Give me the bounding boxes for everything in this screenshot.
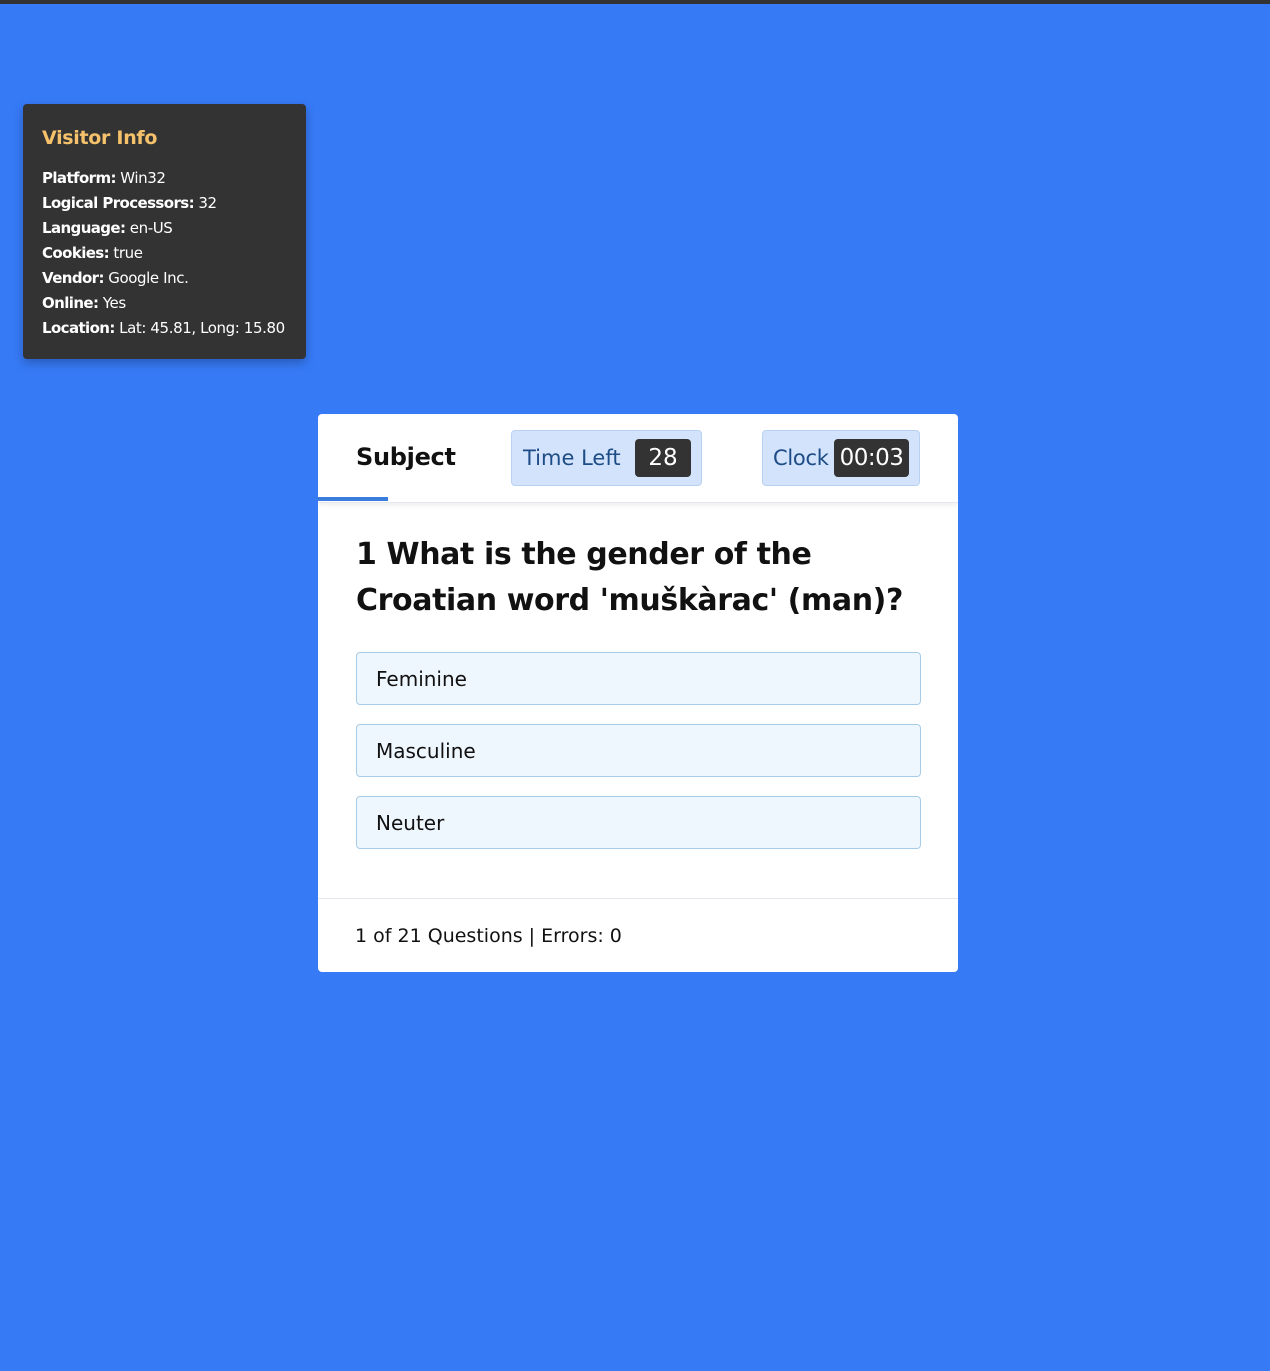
clock-badge: Clock 00:03 <box>762 430 920 486</box>
quiz-header: Subject Time Left 28 Clock 00:03 <box>318 414 958 503</box>
visitor-info-title: Visitor Info <box>42 127 158 149</box>
time-left-value: 28 <box>635 439 691 477</box>
visitor-row-vendor: Vendor: Google Inc. <box>42 266 306 291</box>
of-text: of <box>373 924 392 947</box>
answer-options: Feminine Masculine Neuter <box>356 652 921 868</box>
visitor-key: Language: <box>42 219 126 237</box>
visitor-value: Lat: 45.81, Long: 15.80 <box>119 319 285 337</box>
visitor-info-panel: Visitor Info Platform: Win32 Logical Pro… <box>23 104 306 359</box>
quiz-footer: 1 of 21 Questions | Errors: 0 <box>318 898 958 972</box>
visitor-row-location: Location: Lat: 45.81, Long: 15.80 <box>42 316 306 341</box>
visitor-key: Vendor: <box>42 269 104 287</box>
option-feminine[interactable]: Feminine <box>356 652 921 705</box>
visitor-value: 32 <box>198 194 217 212</box>
visitor-value: en-US <box>129 219 173 237</box>
top-strip <box>0 0 1270 4</box>
visitor-row-language: Language: en-US <box>42 216 306 241</box>
clock-label: Clock <box>773 446 829 470</box>
total-questions: 21 <box>397 924 422 947</box>
question-text: 1 What is the gender of the Croatian wor… <box>356 537 903 618</box>
time-left-label: Time Left <box>523 446 621 470</box>
tab-subject[interactable]: Subject <box>356 441 456 473</box>
visitor-key: Cookies: <box>42 244 110 262</box>
current-question-number: 1 <box>355 924 368 947</box>
visitor-key: Online: <box>42 294 99 312</box>
visitor-row-cookies: Cookies: true <box>42 241 306 266</box>
visitor-value: Win32 <box>120 169 166 187</box>
visitor-row-processors: Logical Processors: 32 <box>42 191 306 216</box>
visitor-key: Logical Processors: <box>42 194 195 212</box>
errors-label: Errors: <box>541 924 604 947</box>
time-left-badge: Time Left 28 <box>511 430 702 486</box>
visitor-value: Yes <box>102 294 126 312</box>
visitor-row-online: Online: Yes <box>42 291 306 316</box>
visitor-key: Platform: <box>42 169 116 187</box>
visitor-row-platform: Platform: Win32 <box>42 166 306 191</box>
option-neuter[interactable]: Neuter <box>356 796 921 849</box>
visitor-value: true <box>113 244 143 262</box>
visitor-key: Location: <box>42 319 115 337</box>
visitor-value: Google Inc. <box>108 269 189 287</box>
option-masculine[interactable]: Masculine <box>356 724 921 777</box>
questions-text: Questions | <box>427 924 536 947</box>
quiz-card: Subject Time Left 28 Clock 00:03 1 What … <box>318 414 958 972</box>
clock-value: 00:03 <box>834 439 909 477</box>
errors-count: 0 <box>609 924 622 947</box>
active-tab-indicator <box>318 497 388 501</box>
